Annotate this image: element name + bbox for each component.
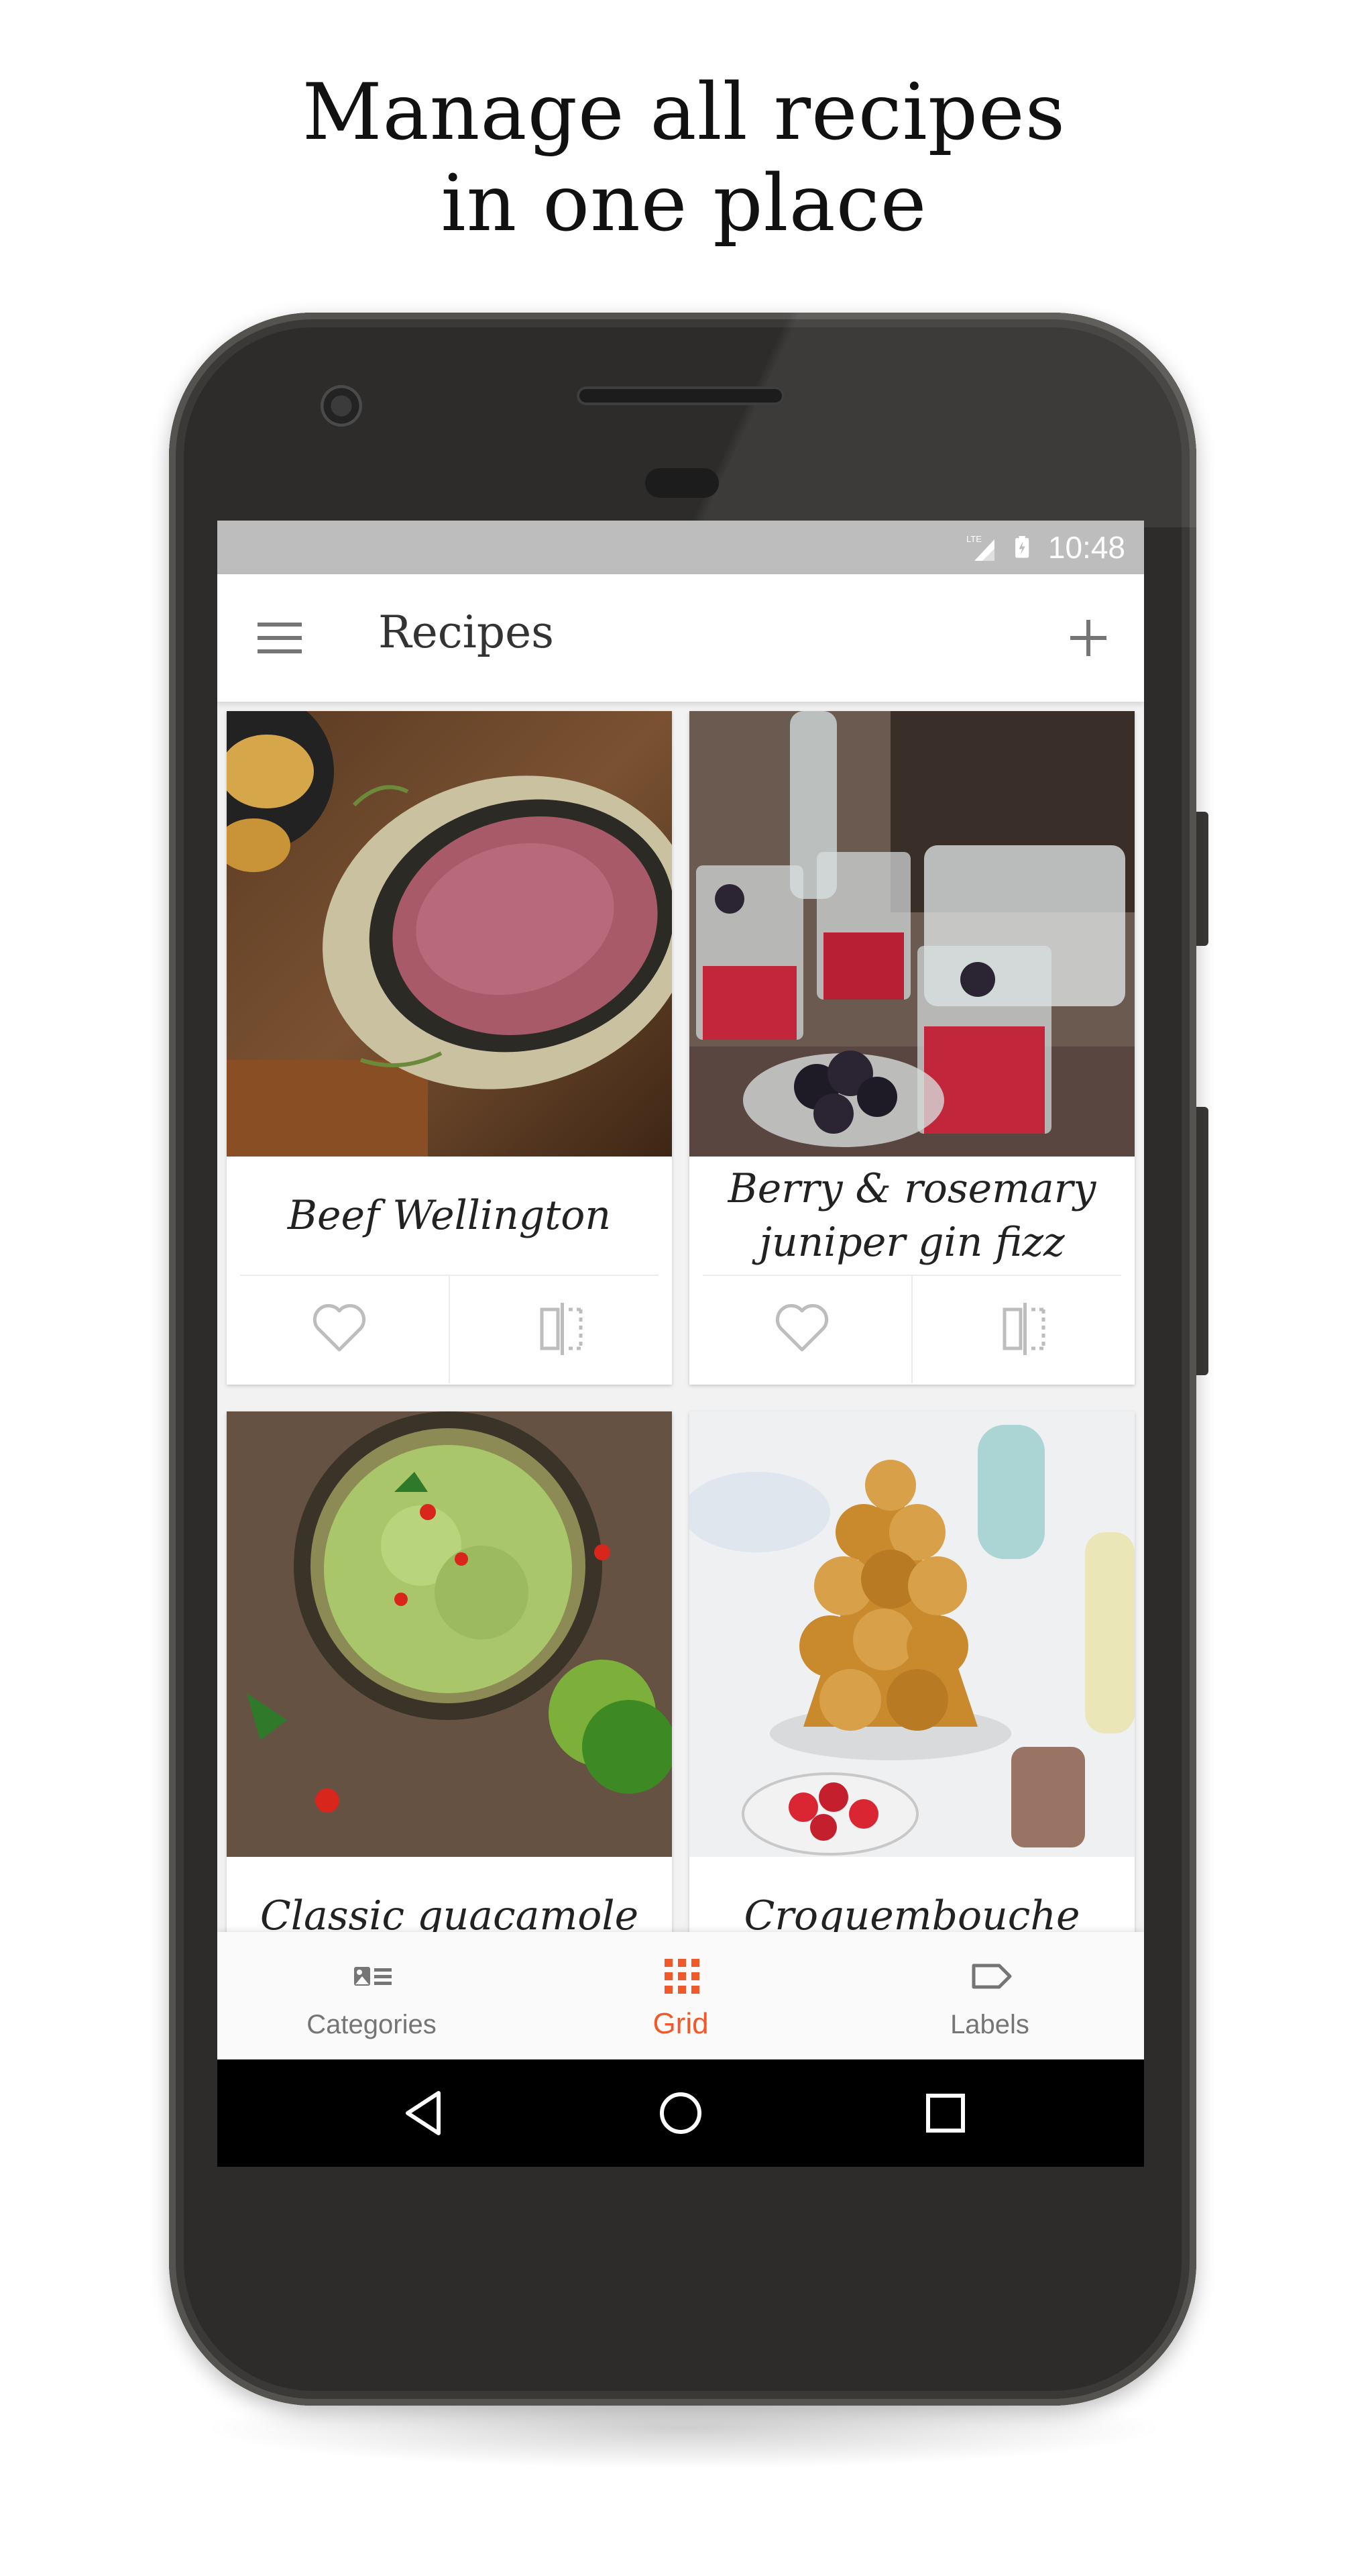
- status-bar: LTE 10:48: [217, 521, 1144, 574]
- label-icon: [972, 1964, 1012, 1989]
- compare-icon[interactable]: [539, 1300, 585, 1358]
- compare-icon[interactable]: [1002, 1300, 1047, 1358]
- bottom-navigation: Categories Grid Labels: [217, 1932, 1144, 2059]
- lte-signal-icon: LTE: [966, 534, 994, 561]
- recipe-title: Beef Wellington: [287, 1192, 612, 1239]
- nav-label: Categories: [306, 2010, 437, 2039]
- recents-icon[interactable]: [919, 2086, 972, 2140]
- home-icon[interactable]: [654, 2086, 707, 2140]
- recipe-grid: Beef Wellington Berry & rosemary juniper…: [217, 711, 1144, 2085]
- back-icon[interactable]: [398, 2086, 452, 2140]
- nav-label: Labels: [950, 2010, 1029, 2039]
- headline-line-2: in one place: [441, 158, 927, 249]
- guacamole-photo: [227, 1411, 672, 1857]
- front-camera: [321, 385, 362, 427]
- recipe-actions: [689, 1276, 1135, 1383]
- nav-item-labels[interactable]: Labels: [836, 1932, 1144, 2059]
- categories-icon: [354, 1967, 392, 1986]
- battery-charging-icon: [1015, 536, 1029, 558]
- status-time: 10:48: [1047, 530, 1125, 565]
- system-navigation-bar: [217, 2059, 1144, 2167]
- proximity-sensor: [645, 468, 719, 498]
- nav-label: Grid: [652, 2007, 709, 2040]
- recipe-card[interactable]: Berry & rosemary juniper gin fizz: [689, 711, 1135, 1385]
- grid-icon: [665, 1959, 699, 1994]
- app-screen: LTE 10:48 Recipes Beef Wellington Berry …: [217, 521, 1144, 2167]
- recipe-actions: [227, 1276, 672, 1383]
- add-icon[interactable]: [1065, 614, 1112, 661]
- beef-wellington-photo: [227, 711, 672, 1157]
- recipe-title: Berry & rosemary juniper gin fizz: [728, 1165, 1096, 1266]
- page-title: Recipes: [378, 606, 555, 658]
- gin-fizz-photo: [689, 711, 1135, 1157]
- croquembouche-photo: [689, 1411, 1135, 1857]
- heart-icon[interactable]: [774, 1301, 830, 1355]
- headline-line-1: Manage all recipes: [302, 67, 1066, 158]
- nav-item-grid[interactable]: Grid: [526, 1932, 835, 2059]
- svg-text:LTE: LTE: [966, 534, 982, 544]
- app-bar: Recipes: [217, 574, 1144, 702]
- headline: Manage all recipes in one place: [0, 67, 1368, 250]
- earpiece-speaker: [577, 386, 785, 405]
- recipe-card[interactable]: Beef Wellington: [227, 711, 672, 1385]
- menu-icon[interactable]: [258, 620, 302, 656]
- heart-icon[interactable]: [311, 1301, 367, 1355]
- nav-item-categories[interactable]: Categories: [217, 1932, 526, 2059]
